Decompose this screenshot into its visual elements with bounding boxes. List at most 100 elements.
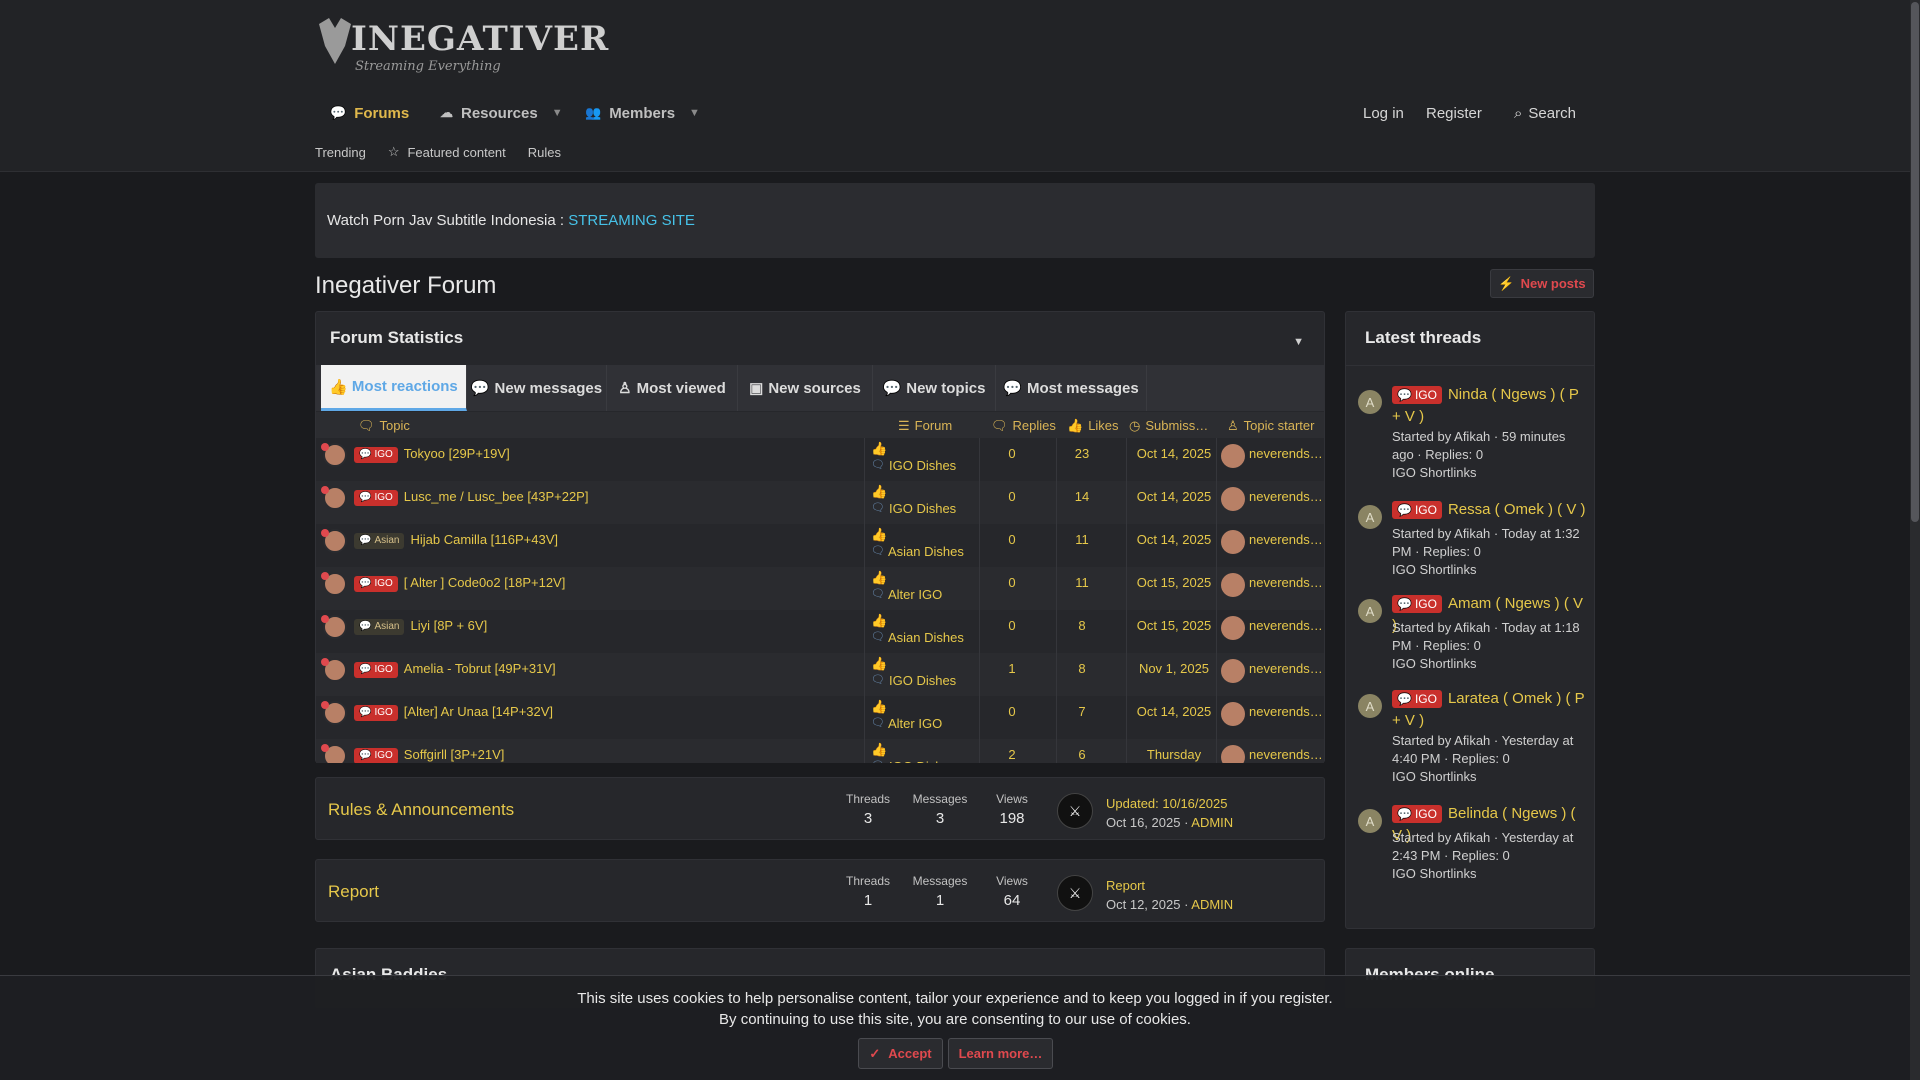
topic-title[interactable]: Lusc_me / Lusc_bee [43P+22P] <box>404 489 589 504</box>
tab-new-sources[interactable]: ▣ New sources <box>738 365 873 411</box>
prefix-badge[interactable]: 💬 IGO <box>354 661 398 678</box>
starter-name[interactable]: neverends… <box>1249 532 1324 547</box>
col-likes[interactable]: 👍 Likes <box>1067 418 1119 434</box>
prefix-badge[interactable]: 💬 IGO <box>354 704 398 721</box>
nav-forums[interactable]: 💬 Forums <box>330 98 409 128</box>
node-title[interactable]: Rules & Announcements <box>328 800 514 820</box>
learn-more-button[interactable]: Learn more… <box>948 1038 1053 1069</box>
starter-name[interactable]: neverends… <box>1249 489 1324 504</box>
subnav-trending[interactable]: Trending <box>315 145 366 160</box>
topic-link[interactable]: 💬 IGO Soffgirll [3P+21V] <box>354 747 504 763</box>
starter-avatar[interactable] <box>1221 530 1245 554</box>
avatar[interactable] <box>321 744 347 763</box>
topic-link[interactable]: 💬 IGO [ Alter ] Code0o2 [18P+12V] <box>354 575 565 592</box>
submission-date[interactable]: Oct 14, 2025 <box>1134 446 1214 461</box>
starter-avatar[interactable] <box>1221 616 1245 640</box>
topic-link[interactable]: 💬 IGO Amelia - Tobrut [49P+31V] <box>354 661 556 678</box>
avatar[interactable] <box>321 701 347 725</box>
new-posts-button[interactable]: ⚡ New posts <box>1490 269 1594 298</box>
submission-date[interactable]: Oct 15, 2025 <box>1134 618 1214 633</box>
starter-name[interactable]: neverends… <box>1249 661 1324 676</box>
starter-name[interactable]: neverends… <box>1249 747 1324 762</box>
prefix-badge[interactable]: 💬 IGO <box>354 446 398 463</box>
forum-link[interactable]: IGO Dishes <box>889 673 956 688</box>
avatar[interactable]: A <box>1358 390 1382 414</box>
forum-link[interactable]: IGO Dishes <box>889 501 956 516</box>
login-link[interactable]: Log in <box>1363 98 1404 128</box>
starter-name[interactable]: neverends… <box>1249 618 1324 633</box>
prefix-badge[interactable]: 💬 Asian <box>354 618 405 635</box>
last-post-date[interactable]: Oct 16, 2025 <box>1106 815 1180 830</box>
tab-new-topics[interactable]: 💬 New topics <box>873 365 996 411</box>
search-link[interactable]: ⌕ Search <box>1514 98 1576 128</box>
thread-forum[interactable]: IGO Shortlinks <box>1392 464 1587 482</box>
admin-avatar[interactable]: ⚔ <box>1057 875 1093 911</box>
forum-link[interactable]: Asian Dishes <box>888 630 964 645</box>
forum-link[interactable]: IGO Dishes <box>889 458 956 473</box>
topic-title[interactable]: [Alter] Ar Unaa [14P+32V] <box>404 704 553 719</box>
last-post-user[interactable]: ADMIN <box>1191 815 1233 830</box>
prefix-badge[interactable]: 💬 IGO <box>1392 595 1442 614</box>
avatar[interactable] <box>321 615 347 639</box>
topic-link[interactable]: 💬 IGO Lusc_me / Lusc_bee [43P+22P] <box>354 489 588 506</box>
prefix-badge[interactable]: 💬 IGO <box>1392 501 1442 520</box>
tab-most-messages[interactable]: 💬 Most messages <box>996 365 1147 411</box>
col-topic[interactable]: 🗨 Topic <box>358 418 410 434</box>
avatar[interactable] <box>321 529 347 553</box>
col-submission[interactable]: ◷ Submiss… <box>1129 418 1208 434</box>
topic-title[interactable]: Liyi [8P + 6V] <box>410 618 487 633</box>
admin-avatar[interactable]: ⚔ <box>1057 793 1093 829</box>
streaming-link[interactable]: STREAMING SITE <box>568 212 695 229</box>
thread-forum[interactable]: IGO Shortlinks <box>1392 655 1587 673</box>
thread-forum[interactable]: IGO Shortlinks <box>1392 768 1587 786</box>
prefix-badge[interactable]: 💬 IGO <box>1392 805 1442 824</box>
collapse-toggle-icon[interactable]: ▼ <box>1293 336 1304 348</box>
last-post-user[interactable]: ADMIN <box>1191 897 1233 912</box>
forum-link[interactable]: Alter IGO <box>888 587 942 602</box>
last-post-title[interactable]: Report <box>1106 878 1145 893</box>
thread-link[interactable]: 💬 IGO Laratea ( Omek ) ( P + V ) <box>1392 688 1587 732</box>
topic-link[interactable]: 💬 Asian Liyi [8P + 6V] <box>354 618 487 635</box>
submission-date[interactable]: Oct 14, 2025 <box>1134 704 1214 719</box>
tab-most-viewed[interactable]: ♙ Most viewed <box>607 365 738 411</box>
prefix-badge[interactable]: 💬 IGO <box>354 575 398 592</box>
topic-link[interactable]: 💬 Asian Hijab Camilla [116P+43V] <box>354 532 558 549</box>
topic-title[interactable]: Hijab Camilla [116P+43V] <box>410 532 558 547</box>
avatar[interactable]: A <box>1358 809 1382 833</box>
topic-title[interactable]: [ Alter ] Code0o2 [18P+12V] <box>404 575 566 590</box>
submission-date[interactable]: Oct 15, 2025 <box>1134 575 1214 590</box>
thread-link[interactable]: 💬 IGO Ressa ( Omek ) ( V ) <box>1392 499 1587 521</box>
submission-date[interactable]: Thursday at… <box>1134 747 1214 763</box>
prefix-badge[interactable]: 💬 IGO <box>1392 690 1442 709</box>
thread-forum[interactable]: IGO Shortlinks <box>1392 561 1587 579</box>
prefix-badge[interactable]: 💬 Asian <box>354 532 405 549</box>
accept-button[interactable]: ✓ Accept <box>858 1038 943 1069</box>
starter-name[interactable]: neverends… <box>1249 446 1324 461</box>
topic-title[interactable]: Amelia - Tobrut [49P+31V] <box>404 661 556 676</box>
avatar[interactable] <box>321 572 347 596</box>
last-post-date[interactable]: Oct 12, 2025 <box>1106 897 1180 912</box>
starter-avatar[interactable] <box>1221 702 1245 726</box>
prefix-badge[interactable]: 💬 IGO <box>354 747 398 763</box>
avatar[interactable]: A <box>1358 505 1382 529</box>
col-replies[interactable]: 🗨 Replies <box>991 418 1056 434</box>
forum-link[interactable]: Alter IGO <box>888 716 942 731</box>
starter-avatar[interactable] <box>1221 444 1245 468</box>
last-post-title[interactable]: Updated: 10/16/2025 <box>1106 796 1227 811</box>
register-link[interactable]: Register <box>1426 98 1482 128</box>
chevron-down-icon[interactable]: ▼ <box>552 107 563 119</box>
col-starter[interactable]: ♙ Topic starter <box>1227 418 1314 434</box>
forum-link[interactable]: IGO Dishes <box>889 759 956 763</box>
chevron-down-icon[interactable]: ▼ <box>689 107 700 119</box>
node-title[interactable]: Report <box>328 882 379 902</box>
submission-date[interactable]: Oct 14, 2025 <box>1134 532 1214 547</box>
thread-forum[interactable]: IGO Shortlinks <box>1392 865 1587 883</box>
avatar[interactable] <box>321 443 347 467</box>
topic-title[interactable]: Soffgirll [3P+21V] <box>404 747 505 762</box>
avatar[interactable] <box>321 486 347 510</box>
avatar[interactable]: A <box>1358 599 1382 623</box>
starter-name[interactable]: neverends… <box>1249 704 1324 719</box>
topic-title[interactable]: Tokyoo [29P+19V] <box>404 446 510 461</box>
subnav-rules[interactable]: Rules <box>528 145 561 160</box>
subnav-featured[interactable]: ☆ Featured content <box>388 144 506 160</box>
